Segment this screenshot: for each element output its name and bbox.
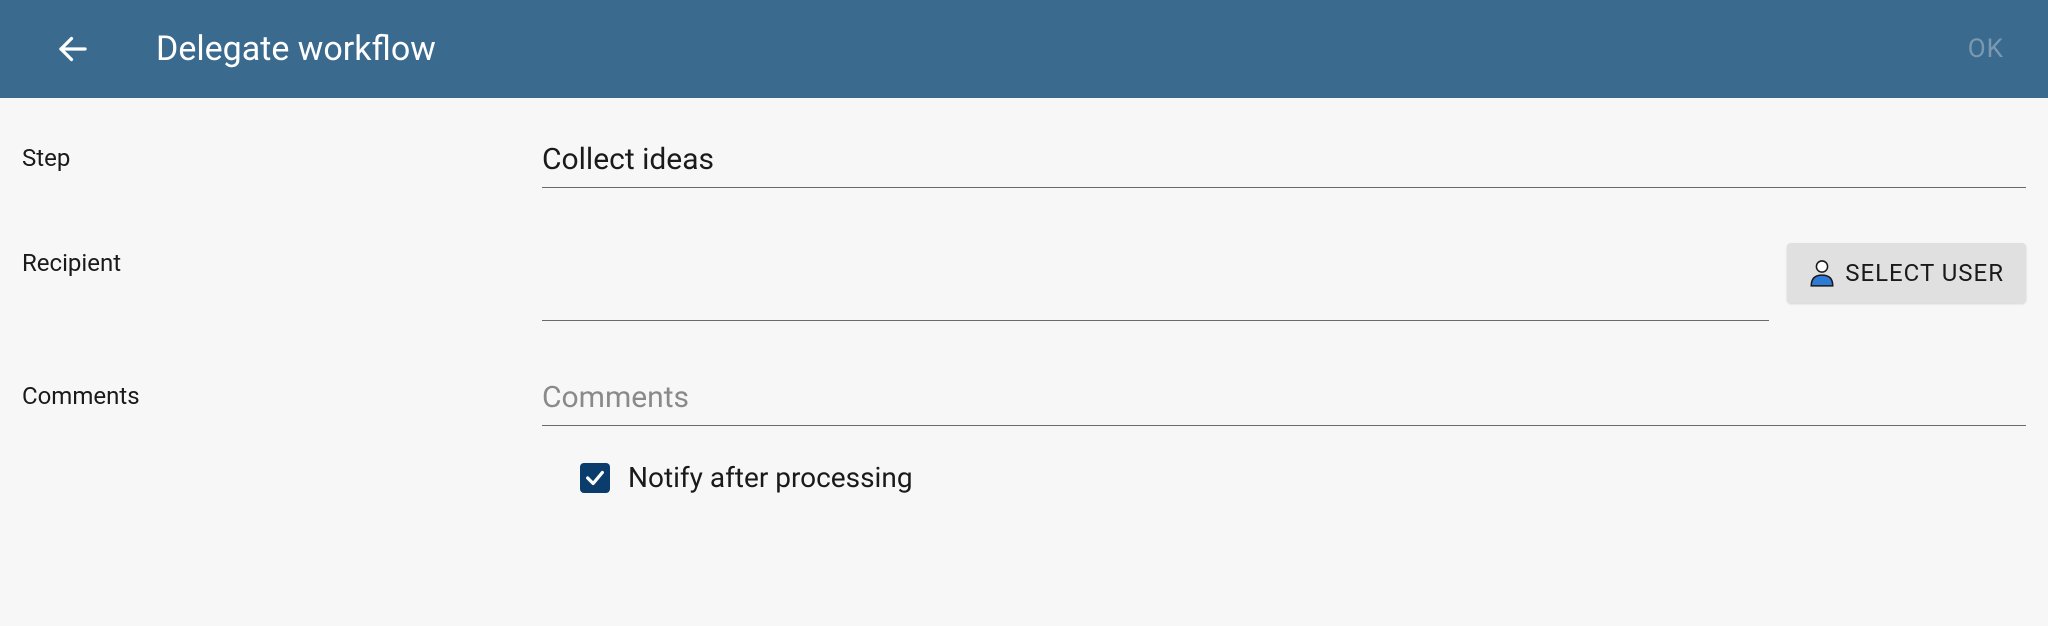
step-label: Step [22, 138, 542, 172]
form-body: Step Recipient SELECT USER Comments [0, 98, 2048, 494]
notify-checkbox[interactable] [580, 463, 610, 493]
back-button[interactable] [55, 31, 91, 67]
comments-input[interactable] [542, 376, 2026, 426]
notify-label: Notify after processing [628, 461, 913, 494]
recipient-input[interactable] [542, 267, 1769, 321]
arrow-left-icon [55, 31, 91, 67]
comments-row: Comments [22, 376, 2026, 426]
comments-label: Comments [22, 376, 542, 410]
step-input[interactable] [542, 138, 2026, 188]
select-user-button[interactable]: SELECT USER [1787, 243, 2026, 303]
check-icon [584, 467, 606, 489]
user-icon [1809, 259, 1835, 287]
dialog-title: Delegate workflow [156, 29, 1954, 69]
dialog-header: Delegate workflow OK [0, 0, 2048, 98]
notify-row: Notify after processing [22, 461, 2026, 494]
recipient-row: Recipient SELECT USER [22, 243, 2026, 321]
step-row: Step [22, 138, 2026, 188]
ok-button[interactable]: OK [1954, 26, 2018, 72]
select-user-label: SELECT USER [1845, 259, 2004, 287]
recipient-label: Recipient [22, 243, 542, 277]
